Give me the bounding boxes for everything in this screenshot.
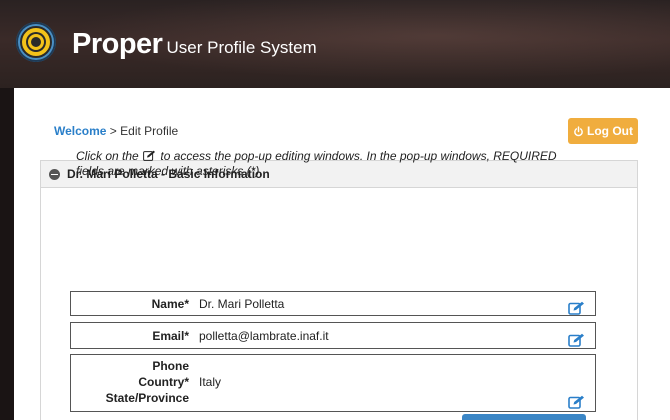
- breadcrumb-separator: >: [106, 124, 121, 138]
- brand-name: Proper: [72, 28, 163, 60]
- logout-button[interactable]: Log Out: [568, 118, 638, 144]
- instructions: Click on the to access the pop-up editin…: [76, 149, 586, 179]
- main-content: Welcome > Edit Profile Log Out Dr. Mari …: [14, 88, 670, 420]
- edit-email-icon[interactable]: [568, 333, 585, 347]
- phone-label: Phone: [152, 359, 189, 373]
- email-label: Email*: [152, 329, 189, 343]
- partial-button[interactable]: [462, 414, 586, 420]
- brand-subtitle: User Profile System: [166, 38, 317, 57]
- brand: Proper User Profile System: [72, 28, 317, 61]
- location-row: Phone Country* Italy State/Province: [70, 354, 596, 412]
- breadcrumb-current: Edit Profile: [120, 124, 179, 138]
- country-value: Italy: [199, 375, 222, 389]
- note-text-before: Click on the: [76, 149, 143, 163]
- state-label: State/Province: [105, 391, 189, 405]
- logout-label: Log Out: [587, 124, 633, 138]
- name-row: Name* Dr. Mari Polletta: [70, 291, 596, 316]
- collapse-icon[interactable]: [49, 168, 60, 180]
- breadcrumb: Welcome > Edit Profile: [54, 124, 178, 138]
- edit-location-icon[interactable]: [568, 395, 585, 409]
- proper-logo[interactable]: [16, 22, 56, 62]
- edit-icon: [143, 150, 156, 161]
- email-row: Email* polletta@lambrate.inaf.it: [70, 322, 596, 349]
- edit-name-icon[interactable]: [568, 301, 585, 315]
- logo-hub: [28, 34, 44, 50]
- email-value: polletta@lambrate.inaf.it: [199, 329, 329, 343]
- breadcrumb-welcome-link[interactable]: Welcome: [54, 124, 106, 138]
- power-icon: [574, 125, 583, 136]
- name-label: Name*: [151, 297, 189, 311]
- name-value: Dr. Mari Polletta: [199, 297, 285, 311]
- country-label: Country*: [138, 375, 189, 389]
